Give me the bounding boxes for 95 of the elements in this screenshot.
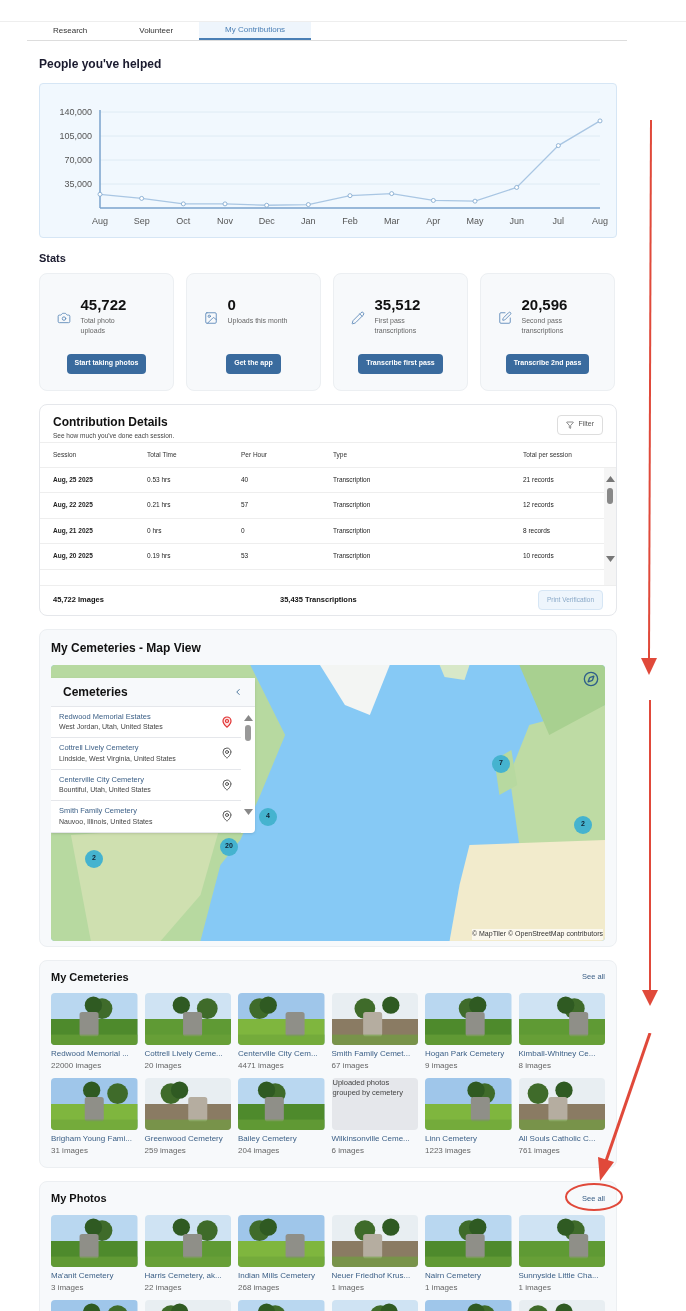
data-point (222, 201, 228, 207)
axis-label: Jul (552, 216, 565, 226)
cemetery-name[interactable]: Harris Cemetery, ak... (144, 1269, 231, 1282)
axis-label: Jan (301, 216, 316, 226)
cemetery-name[interactable]: Kimball-Whitney Ce... (518, 1048, 605, 1060)
image-count: 20 images (144, 1060, 183, 1072)
image-count: 761 images (518, 1145, 561, 1157)
image-count: 9 images (425, 1060, 459, 1072)
section-heading: Stats (39, 251, 67, 266)
image-count: 1 images (518, 1281, 552, 1294)
image-count: 31 images (51, 1145, 89, 1157)
data-point (430, 198, 436, 203)
annotation-circle (564, 1181, 624, 1213)
cemetery-name[interactable]: Indian Mills Cemetery (238, 1269, 325, 1282)
image-count: 204 images (238, 1145, 281, 1157)
camera-icon (56, 310, 71, 325)
axis-label: 35,000 (64, 179, 92, 189)
cemetery-name[interactable]: Sunnyside Little Cha... (518, 1269, 605, 1282)
stat-value: 35,512 (374, 294, 422, 315)
axis-label: May (466, 216, 484, 226)
scrollbar[interactable] (604, 467, 616, 585)
axis-label: 105,000 (59, 131, 92, 141)
section-heading: My Cemeteries (51, 969, 129, 985)
cemetery-name[interactable]: Greenwood Cemetery (144, 1133, 231, 1145)
cemetery-name[interactable]: Wilkinsonville Ceme... (331, 1133, 418, 1145)
data-point (597, 118, 603, 124)
axis-label: Jun (509, 216, 524, 226)
data-point (347, 193, 353, 199)
axis-label: Nov (217, 216, 233, 226)
data-point (180, 201, 186, 207)
cemetery-name[interactable]: Cottrell Lively Ceme... (144, 1048, 231, 1060)
cemetery-name[interactable]: Redwood Memorial ... (51, 1048, 138, 1060)
section-heading: My Photos (51, 1191, 107, 1206)
axis-label: Mar (383, 216, 400, 226)
cemetery-name[interactable]: Ma'anit Cemetery (51, 1269, 138, 1282)
axis-label: Feb (342, 216, 358, 226)
section-heading: My Cemeteries - Map View (51, 639, 202, 657)
image-count: 3 images (51, 1281, 85, 1294)
data-point (305, 202, 311, 207)
data-point (389, 191, 395, 196)
axis-label: 140,000 (59, 107, 92, 117)
data-point (264, 202, 270, 208)
cemetery-name[interactable]: Hogan Park Cemetery (425, 1048, 512, 1060)
tab[interactable]: My Contributions (199, 22, 312, 40)
scroll-thumb[interactable] (245, 724, 251, 741)
image-count: 1223 images (425, 1145, 472, 1157)
image-count: 1 images (425, 1281, 459, 1294)
cemetery-name[interactable]: Brigham Young Fami... (51, 1133, 138, 1145)
data-point (472, 198, 478, 204)
axis-label: Dec (258, 216, 275, 226)
cemetery-name[interactable]: Linn Cemetery (425, 1133, 512, 1145)
panel-title: Cemeteries (63, 683, 128, 701)
scroll-thumb[interactable] (607, 487, 613, 504)
pencil-icon (350, 310, 365, 325)
scroll-up-icon[interactable] (605, 475, 615, 482)
data-point (514, 185, 520, 190)
data-point (555, 143, 561, 148)
image-icon (203, 310, 218, 325)
data-point (139, 196, 145, 201)
cemetery-name[interactable]: Smith Family Cemet... (331, 1048, 418, 1060)
cemetery-name[interactable]: Centerville City Cem... (238, 1048, 325, 1060)
image-count: 4471 images (238, 1060, 285, 1072)
axis-label: Apr (426, 216, 441, 226)
collapse-icon[interactable] (233, 686, 243, 697)
cemetery-name[interactable]: Nairn Cemetery (425, 1269, 512, 1282)
image-count: 8 images (518, 1060, 552, 1072)
axis-label: Sep (133, 216, 150, 226)
compass-icon[interactable] (583, 670, 599, 687)
edit-icon (497, 310, 512, 325)
image-count: 6 images (331, 1145, 365, 1157)
image-count: 1 images (331, 1281, 365, 1294)
image-count: 259 images (144, 1145, 187, 1157)
image-count: 22000 images (51, 1060, 103, 1072)
cemetery-name[interactable]: Neuer Friedhof Krus... (331, 1269, 418, 1282)
image-count: 22 images (144, 1281, 183, 1294)
axis-label: Aug (592, 216, 608, 226)
scroll-down-icon[interactable] (243, 808, 253, 815)
cemetery-name[interactable]: All Souls Catholic C... (518, 1133, 605, 1145)
scroll-up-icon[interactable] (243, 714, 253, 721)
cemetery-name[interactable]: Bailey Cemetery (238, 1133, 325, 1145)
image-count: 268 images (238, 1281, 281, 1294)
stat-value: 45,722 (80, 294, 128, 315)
stat-value: 0 (227, 294, 237, 315)
axis-label: Oct (176, 216, 191, 226)
stat-value: 20,596 (521, 294, 569, 315)
card-title: Contribution Details (53, 413, 169, 431)
section-heading: People you've helped (39, 56, 163, 73)
image-count: 67 images (331, 1060, 370, 1072)
tab[interactable]: Research (27, 22, 114, 40)
axis-label: 70,000 (64, 155, 92, 165)
axis-label: Aug (92, 216, 108, 226)
tab[interactable]: Volunteer (113, 22, 200, 40)
scroll-down-icon[interactable] (605, 555, 615, 562)
filter-icon (566, 420, 575, 429)
data-point (97, 191, 103, 197)
